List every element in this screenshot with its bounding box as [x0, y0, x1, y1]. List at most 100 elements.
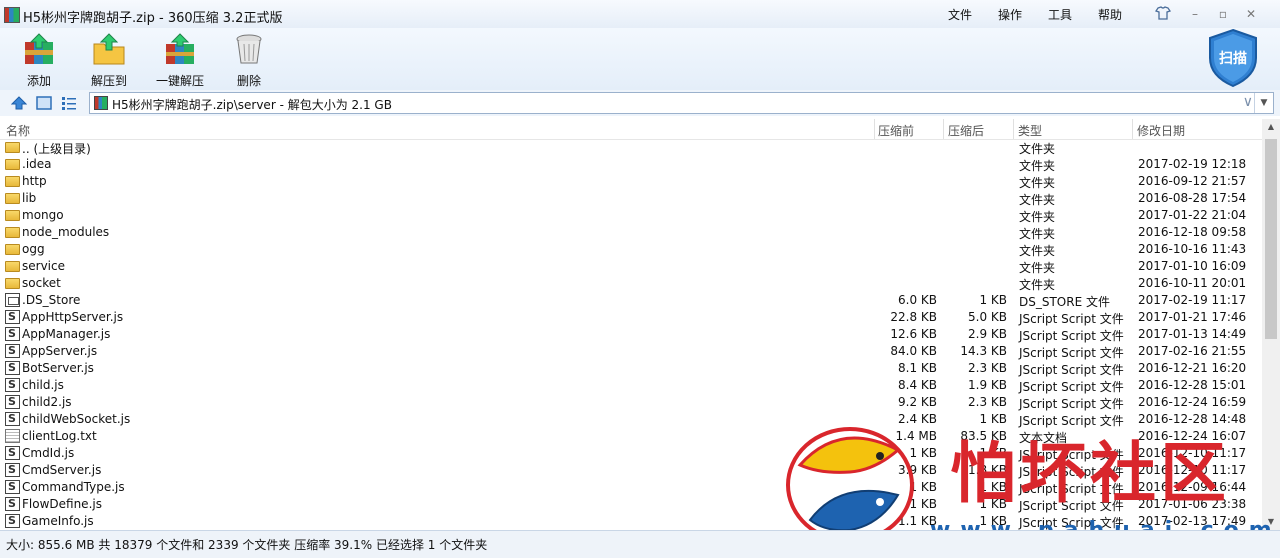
scroll-thumb[interactable] — [1265, 139, 1277, 339]
app-icon — [4, 7, 20, 23]
file-name: service — [22, 259, 65, 273]
archive-icon — [94, 96, 108, 110]
file-name: AppServer.js — [22, 344, 98, 358]
column-unpacked[interactable]: 压缩后 — [948, 122, 984, 139]
unpacked-size: 2.3 KB — [968, 395, 1007, 409]
file-name: child.js — [22, 378, 64, 392]
unpacked-size: 1.9 KB — [968, 378, 1007, 392]
menu-file[interactable]: 文件 — [948, 6, 972, 23]
file-type: JScript Script 文件 — [1019, 346, 1124, 360]
folder-icon — [5, 261, 20, 272]
add-archive-icon — [22, 32, 56, 66]
table-row[interactable]: http 文件夹 2016-09-12 21:57 — [0, 173, 1262, 190]
table-row[interactable]: .. (上级目录) 文件夹 — [0, 139, 1262, 156]
one-click-extract-label: 一键解压 — [155, 74, 204, 88]
add-label: 添加 — [26, 74, 51, 88]
skin-icon[interactable] — [1154, 6, 1172, 22]
column-type[interactable]: 类型 — [1018, 122, 1042, 139]
table-row[interactable]: ogg 文件夹 2016-10-16 11:43 — [0, 241, 1262, 258]
table-row[interactable]: child.js 8.4 KB 1.9 KB JScript Script 文件 201… — [0, 377, 1262, 394]
file-type: 文件夹 — [1019, 159, 1056, 173]
file-type: JScript Script 文件 — [1019, 329, 1124, 343]
thumbnail-view-icon[interactable] — [36, 95, 52, 111]
folder-icon — [5, 210, 20, 221]
table-row[interactable]: socket 文件夹 2016-10-11 20:01 — [0, 275, 1262, 292]
modified-date: 2016-12-28 15:01 — [1138, 378, 1247, 392]
unpacked-size: 5.0 KB — [968, 310, 1007, 324]
file-name: BotServer.js — [22, 361, 94, 375]
table-row[interactable]: BotServer.js 8.1 KB 2.3 KB JScript Script 文… — [0, 360, 1262, 377]
script-file-icon — [5, 514, 20, 528]
column-name[interactable]: 名称 — [6, 122, 30, 139]
maximize-icon[interactable]: ▫ — [1214, 6, 1232, 22]
delete-button[interactable]: 删除 — [221, 30, 277, 88]
modified-date: 2017-02-16 21:55 — [1138, 344, 1247, 358]
packed-size: 8.1 KB — [898, 361, 937, 375]
file-type: 文件夹 — [1019, 193, 1056, 207]
file-name: GameInfo.js — [22, 514, 94, 528]
up-arrow-icon[interactable] — [10, 95, 28, 111]
file-type: 文件夹 — [1019, 176, 1056, 190]
table-row[interactable]: mongo 文件夹 2017-01-22 21:04 — [0, 207, 1262, 224]
column-modified[interactable]: 修改日期 — [1137, 122, 1185, 139]
list-view-icon[interactable] — [61, 95, 77, 111]
vertical-scrollbar[interactable]: ▲ ▼ — [1262, 119, 1280, 530]
file-type: 文件夹 — [1019, 278, 1056, 292]
status-text: 大小: 855.6 MB 共 18379 个文件和 2339 个文件夹 压缩率 … — [6, 538, 488, 552]
table-row[interactable]: AppHttpServer.js 22.8 KB 5.0 KB JScript Scr… — [0, 309, 1262, 326]
column-packed[interactable]: 压缩前 — [878, 122, 914, 139]
menu-tools[interactable]: 工具 — [1048, 6, 1072, 23]
file-type: 文件夹 — [1019, 227, 1056, 241]
table-row[interactable]: AppManager.js 12.6 KB 2.9 KB JScript Script… — [0, 326, 1262, 343]
table-row[interactable]: AppServer.js 84.0 KB 14.3 KB JScript Script… — [0, 343, 1262, 360]
column-separator — [1132, 119, 1133, 139]
script-file-icon — [5, 395, 20, 409]
file-type: 文件夹 — [1019, 261, 1056, 275]
title-bar: H5彬州字牌跑胡子.zip - 360压缩 3.2正式版 文件 操作 工具 帮助… — [0, 0, 1280, 28]
file-name: .idea — [22, 157, 52, 171]
modified-date: 2016-12-18 09:58 — [1138, 225, 1247, 239]
close-icon[interactable]: ✕ — [1242, 6, 1260, 22]
script-file-icon — [5, 412, 20, 426]
history-chevron-icon[interactable]: ∨ — [1243, 94, 1253, 110]
table-row[interactable]: service 文件夹 2017-01-10 16:09 — [0, 258, 1262, 275]
text-file-icon — [5, 429, 20, 443]
modified-date: 2017-02-19 11:17 — [1138, 293, 1247, 307]
table-row[interactable]: node_modules 文件夹 2016-12-18 09:58 — [0, 224, 1262, 241]
packed-size: 9.2 KB — [898, 395, 937, 409]
file-name: .. (上级目录) — [22, 142, 91, 156]
scan-button[interactable]: 扫描 — [1206, 28, 1260, 88]
path-dropdown-icon[interactable]: ▼ — [1254, 93, 1273, 113]
file-name: lib — [22, 191, 37, 205]
add-button[interactable]: 添加 — [11, 30, 67, 88]
modified-date: 2017-01-22 21:04 — [1138, 208, 1247, 222]
scroll-up-icon[interactable]: ▲ — [1262, 119, 1280, 135]
file-name: mongo — [22, 208, 64, 222]
path-field[interactable]: H5彬州字牌跑胡子.zip\server - 解包大小为 2.1 GB ∨ ▼ — [89, 92, 1274, 114]
modified-date: 2016-10-16 11:43 — [1138, 242, 1247, 256]
script-file-icon — [5, 344, 20, 358]
packed-size: 12.6 KB — [890, 327, 937, 341]
folder-icon — [5, 193, 20, 204]
extract-folder-icon — [92, 32, 126, 66]
script-file-icon — [5, 480, 20, 494]
minimize-icon[interactable]: – — [1186, 6, 1204, 22]
file-type: JScript Script 文件 — [1019, 363, 1124, 377]
watermark-title: 怕坏社区 — [950, 434, 1230, 512]
script-file-icon — [5, 310, 20, 324]
file-type: 文件夹 — [1019, 244, 1056, 258]
table-row[interactable]: child2.js9.2 KB2.3 KBJScript Script 文件20… — [0, 394, 1262, 411]
menu-help[interactable]: 帮助 — [1098, 6, 1122, 23]
folder-icon — [5, 159, 20, 170]
extract-to-button[interactable]: 解压到 — [81, 30, 137, 88]
one-click-extract-button[interactable]: 一键解压 — [151, 30, 209, 88]
file-name: ogg — [22, 242, 45, 256]
table-row[interactable]: .idea 文件夹 2017-02-19 12:18 — [0, 156, 1262, 173]
table-row[interactable]: .DS_Store 6.0 KB 1 KB DS_STORE 文件 2017-02-19… — [0, 292, 1262, 309]
table-row[interactable]: lib 文件夹 2016-08-28 17:54 — [0, 190, 1262, 207]
file-name: childWebSocket.js — [22, 412, 131, 426]
modified-date: 2016-09-12 21:57 — [1138, 174, 1247, 188]
script-file-icon — [5, 463, 20, 477]
packed-size: 22.8 KB — [890, 310, 937, 324]
menu-operate[interactable]: 操作 — [998, 6, 1022, 23]
